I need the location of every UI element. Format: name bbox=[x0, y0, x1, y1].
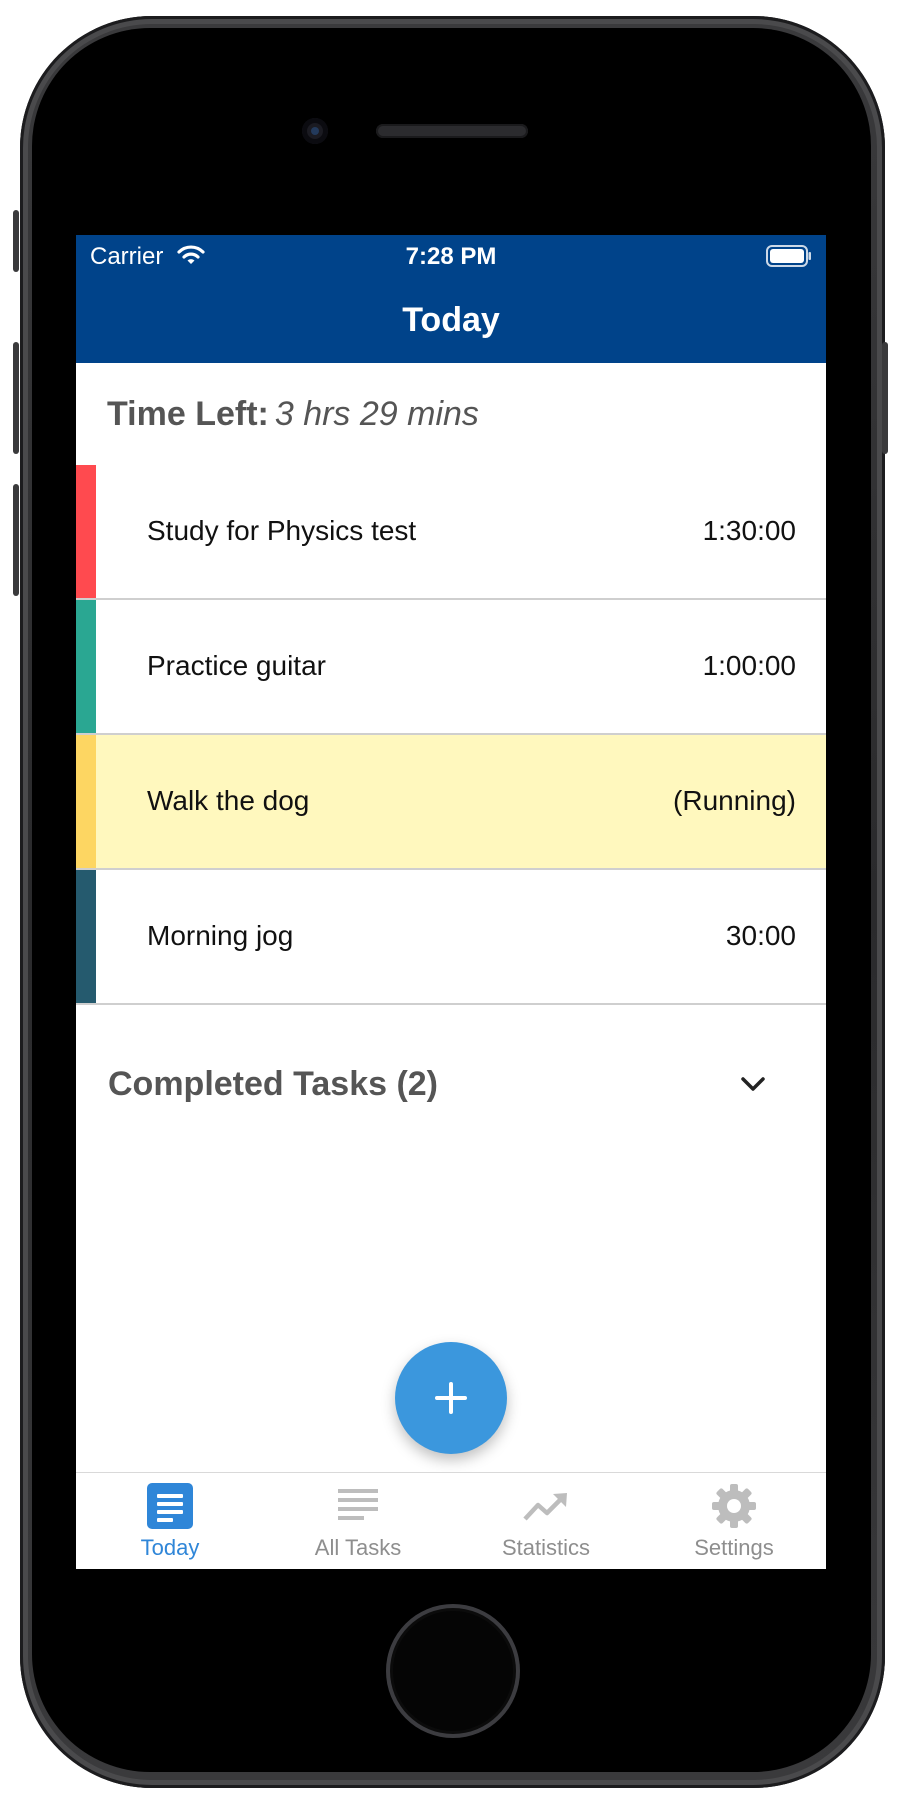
completed-tasks-label: Completed Tasks (2) bbox=[108, 1065, 439, 1103]
chevron-down-icon bbox=[741, 1077, 765, 1091]
tab-bar: Today All Tasks Statistics Settings bbox=[76, 1472, 826, 1569]
task-row[interactable]: Study for Physics test 1:30:00 bbox=[76, 465, 826, 600]
volume-down-button bbox=[13, 484, 19, 596]
navigation-bar: Carrier 7:28 PM Today bbox=[76, 235, 826, 363]
home-button[interactable] bbox=[386, 1604, 520, 1738]
tab-all-tasks[interactable]: All Tasks bbox=[264, 1473, 452, 1569]
volume-up-button bbox=[13, 342, 19, 454]
today-list-icon bbox=[147, 1483, 193, 1529]
tab-label: All Tasks bbox=[314, 1535, 402, 1560]
task-name: Morning jog bbox=[147, 920, 294, 951]
task-duration: 1:30:00 bbox=[702, 515, 796, 546]
tab-label: Settings bbox=[694, 1535, 774, 1560]
task-row[interactable]: Morning jog 30:00 bbox=[76, 870, 826, 1005]
tab-settings[interactable]: Settings bbox=[640, 1473, 826, 1569]
task-color-bar bbox=[76, 600, 96, 733]
task-color-bar bbox=[76, 735, 96, 868]
task-name: Walk the dog bbox=[147, 785, 310, 816]
battery-icon bbox=[766, 245, 811, 267]
task-duration: (Running) bbox=[673, 785, 796, 816]
task-row[interactable]: Practice guitar 1:00:00 bbox=[76, 600, 826, 735]
gear-icon bbox=[712, 1484, 756, 1528]
list-lines-icon bbox=[338, 1489, 378, 1520]
add-task-button[interactable] bbox=[395, 1342, 507, 1454]
completed-tasks-toggle[interactable]: Completed Tasks (2) bbox=[108, 1065, 798, 1115]
power-button bbox=[882, 342, 888, 454]
time-left-summary: Time Left: 3 hrs 29 mins bbox=[107, 395, 479, 434]
trend-up-icon bbox=[523, 1493, 567, 1521]
task-color-bar bbox=[76, 870, 96, 1003]
tab-statistics[interactable]: Statistics bbox=[452, 1473, 640, 1569]
task-row[interactable]: Walk the dog (Running) bbox=[76, 735, 826, 870]
tab-label: Statistics bbox=[501, 1535, 591, 1560]
time-left-label: Time Left: bbox=[107, 395, 269, 433]
app-screen: Carrier 7:28 PM Today Time Left: 3 hrs 29… bbox=[76, 235, 826, 1569]
tab-label: Today bbox=[140, 1535, 200, 1560]
front-camera bbox=[302, 118, 328, 144]
plus-icon bbox=[435, 1382, 467, 1414]
task-color-bar bbox=[76, 465, 96, 598]
task-duration: 30:00 bbox=[725, 920, 796, 951]
mute-switch bbox=[13, 210, 19, 272]
task-duration: 1:00:00 bbox=[702, 650, 796, 681]
task-name: Practice guitar bbox=[147, 650, 326, 681]
task-name: Study for Physics test bbox=[147, 515, 417, 546]
status-time: 7:28 PM bbox=[405, 243, 497, 270]
task-list: Study for Physics test 1:30:00 Practice … bbox=[76, 465, 826, 1005]
earpiece-speaker bbox=[376, 124, 528, 138]
status-bar: Carrier 7:28 PM bbox=[76, 235, 826, 275]
time-left-value: 3 hrs 29 mins bbox=[274, 395, 479, 433]
page-title: Today bbox=[402, 301, 500, 339]
tab-today[interactable]: Today bbox=[76, 1473, 264, 1569]
